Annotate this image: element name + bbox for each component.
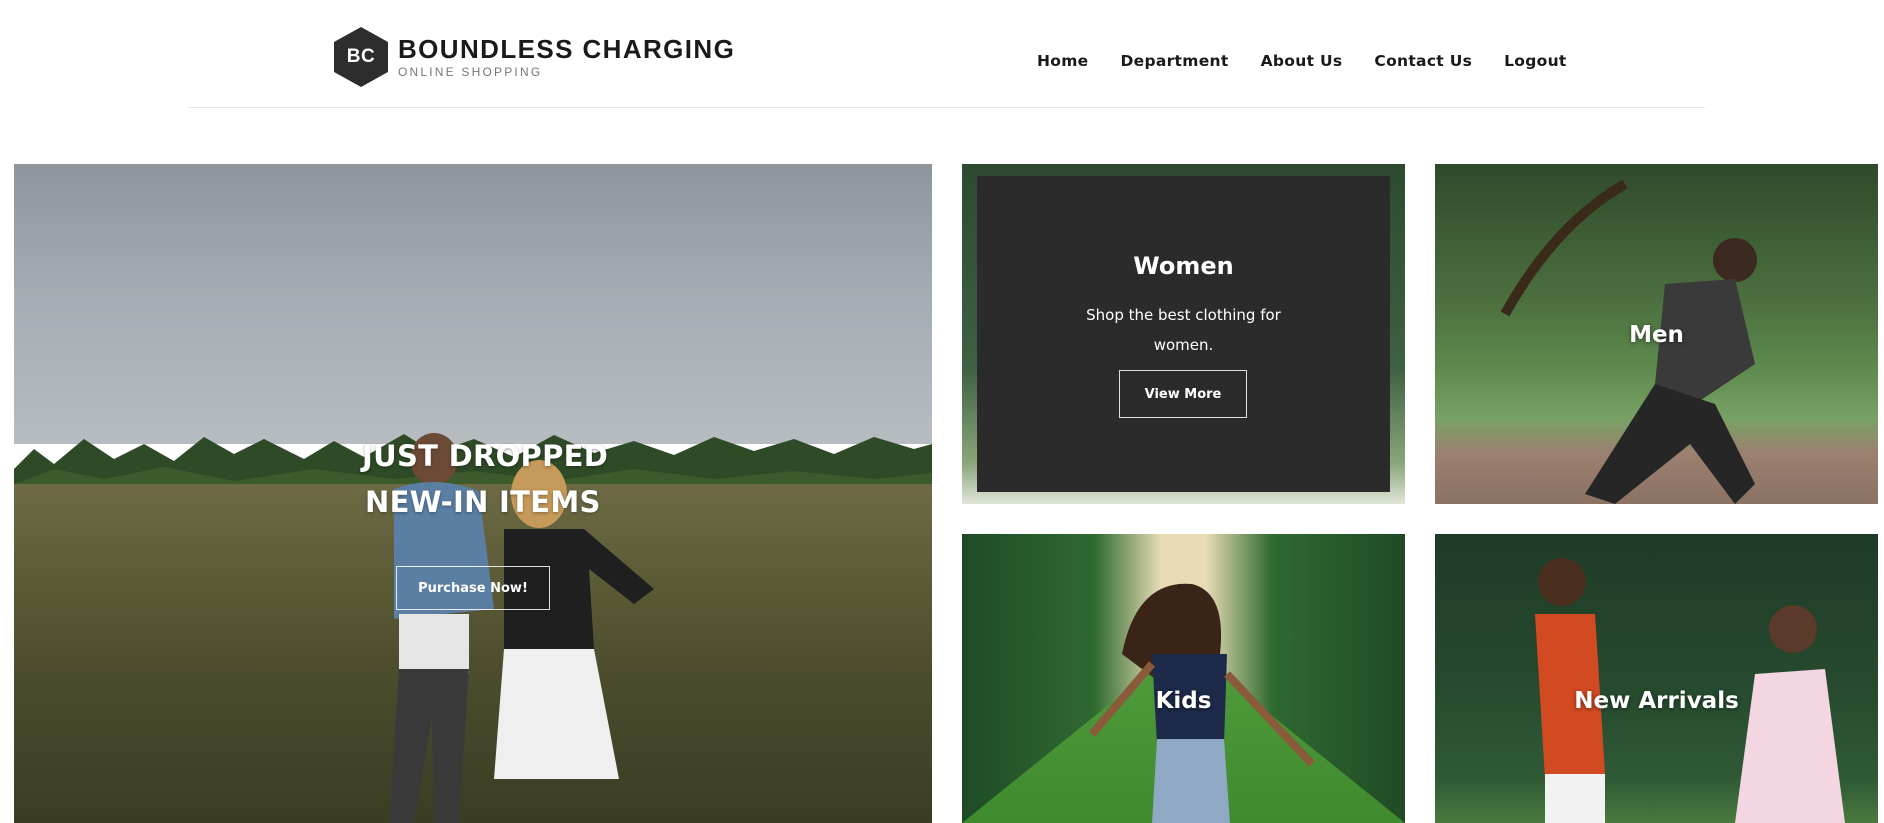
category-new-arrivals-tile[interactable]: New Arrivals: [1435, 534, 1878, 823]
brand-logo[interactable]: BC BOUNDLESS CHARGING ONLINE SHOPPING: [334, 26, 735, 88]
category-women-tile[interactable]: Women Shop the best clothing for women. …: [962, 164, 1405, 504]
category-men-tile[interactable]: Men: [1435, 164, 1878, 504]
kids-girl-image: [1088, 583, 1315, 823]
men-title: Men: [1629, 322, 1684, 348]
main-nav: Home Department About Us Contact Us Logo…: [1037, 52, 1599, 70]
women-description: Shop the best clothing for women.: [1086, 306, 1281, 354]
arrivals-title: New Arrivals: [1574, 688, 1739, 714]
nav-logout[interactable]: Logout: [1504, 52, 1567, 70]
nav-contact-us[interactable]: Contact Us: [1374, 52, 1472, 70]
women-overlay-panel: Women Shop the best clothing for women. …: [977, 176, 1390, 492]
nav-department[interactable]: Department: [1120, 52, 1228, 70]
brand-name: BOUNDLESS CHARGING: [398, 34, 736, 64]
arrivals-runners-image: [1535, 558, 1845, 823]
hero-couple-image: [389, 433, 654, 823]
logo-text: BOUNDLESS CHARGING ONLINE SHOPPING: [398, 35, 735, 79]
hero-banner: JUST DROPPED NEW-IN ITEMS Purchase Now!: [14, 164, 932, 823]
nav-home[interactable]: Home: [1037, 52, 1088, 70]
hero-headline-line1: JUST DROPPED: [362, 439, 609, 473]
hero-sky-image: [14, 164, 932, 444]
view-more-button[interactable]: View More: [1119, 370, 1247, 418]
brand-tagline: ONLINE SHOPPING: [398, 65, 543, 79]
site-header: BC BOUNDLESS CHARGING ONLINE SHOPPING Ho…: [188, 0, 1705, 108]
women-title: Women: [1133, 252, 1234, 280]
purchase-now-button[interactable]: Purchase Now!: [396, 566, 550, 610]
nav-about-us[interactable]: About Us: [1261, 52, 1343, 70]
kids-title: Kids: [1155, 688, 1212, 714]
category-kids-tile[interactable]: Kids: [962, 534, 1405, 823]
logo-hexagon-icon: BC: [334, 27, 388, 87]
hero-headline-line2: NEW-IN ITEMS: [365, 485, 601, 519]
